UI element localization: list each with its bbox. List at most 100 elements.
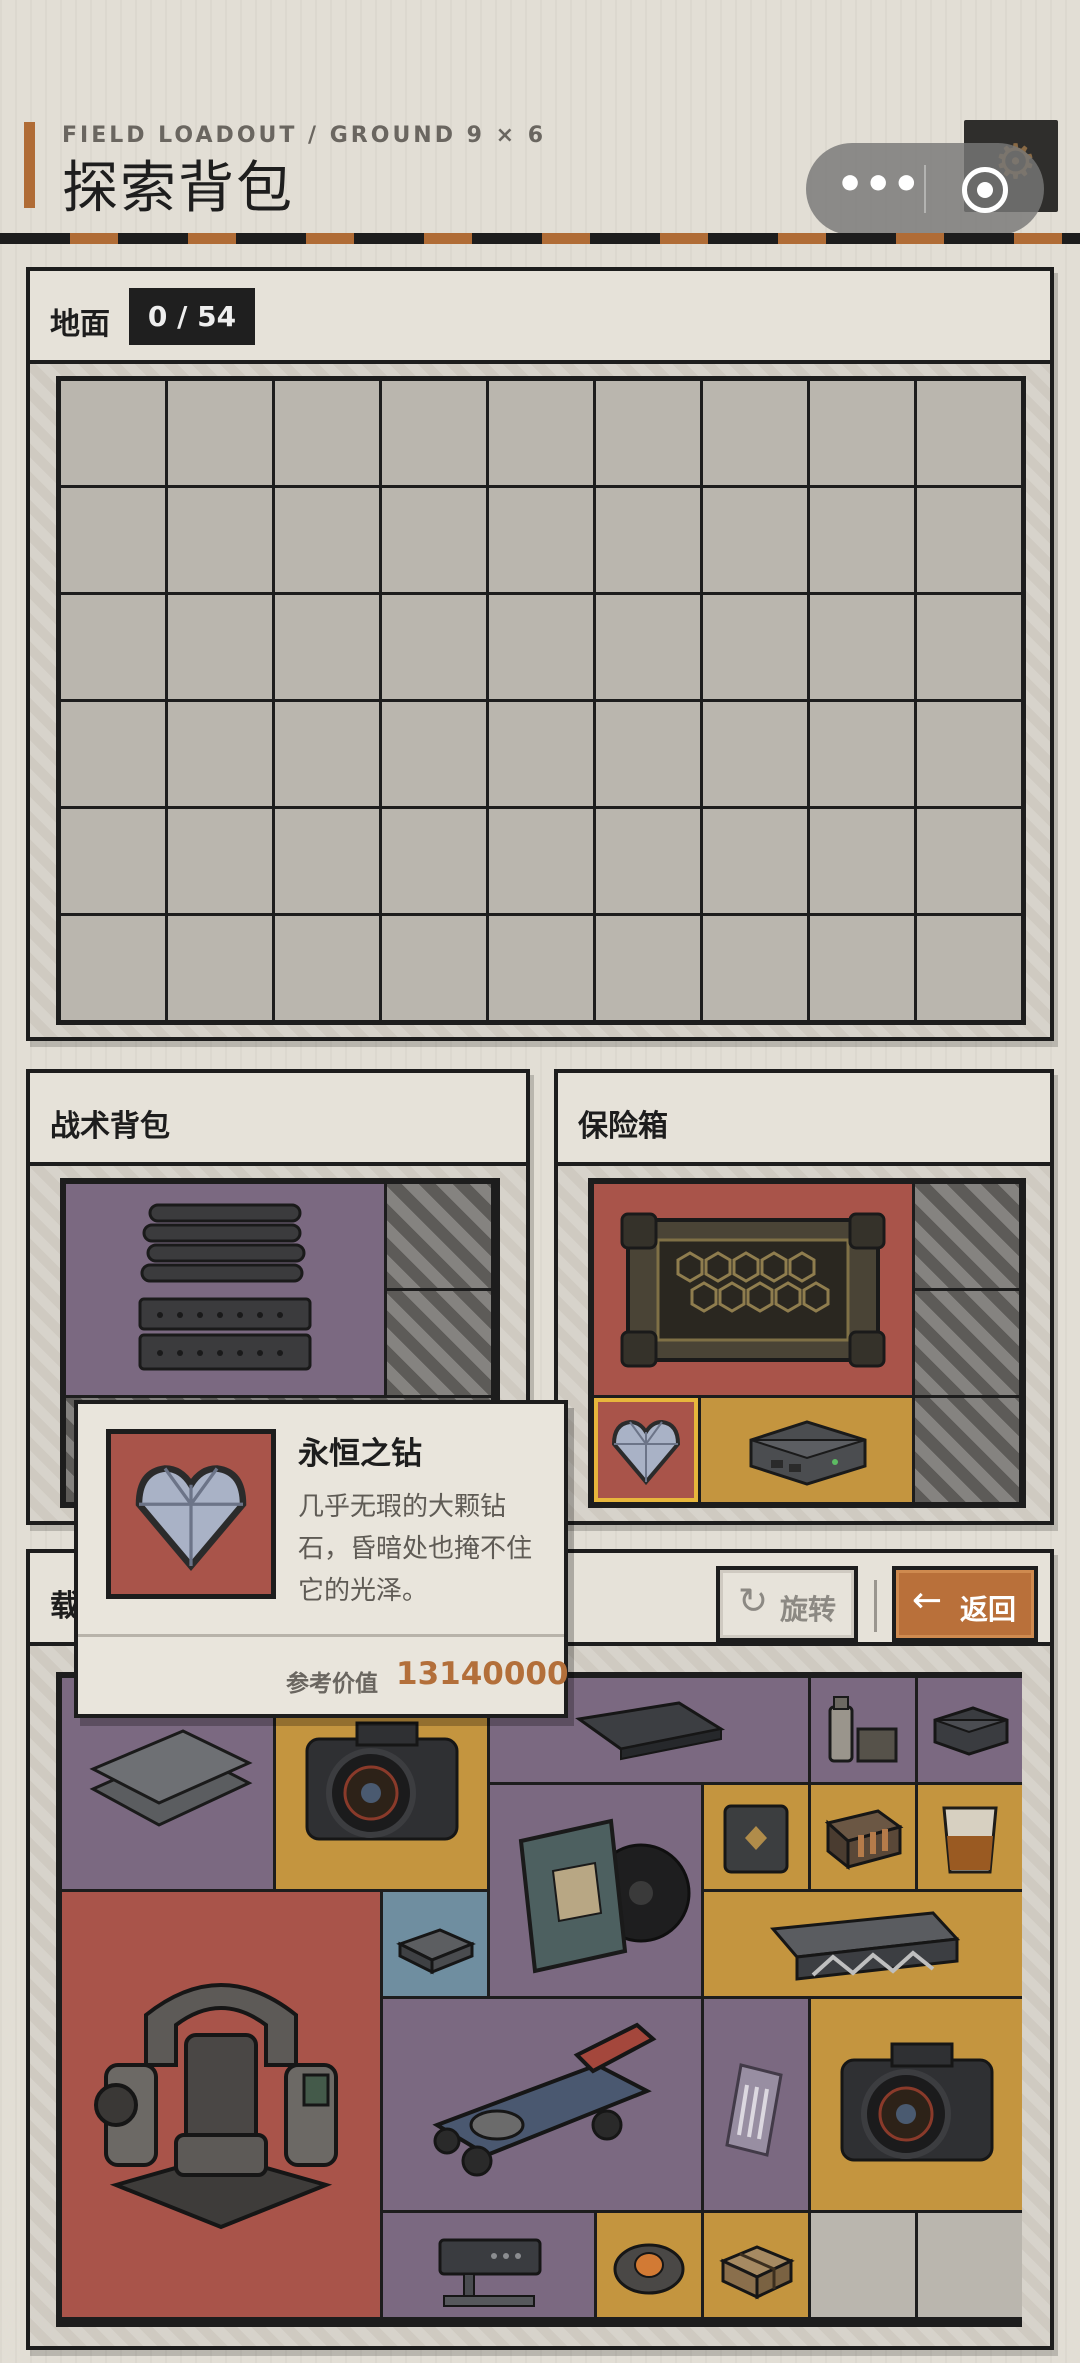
carry-item-exo-chair[interactable]: [62, 1892, 380, 2317]
carry-item-camera-2[interactable]: [811, 1999, 1022, 2210]
ground-cell[interactable]: [382, 702, 486, 806]
diamond-item: [611, 1419, 681, 1486]
camera-item: [840, 2042, 993, 2161]
ground-cell[interactable]: [382, 488, 486, 592]
carry-item-floor-jack[interactable]: [383, 1999, 701, 2210]
ground-cell[interactable]: [61, 809, 165, 913]
ground-cell[interactable]: [275, 381, 379, 485]
more-dots-icon[interactable]: •••: [836, 163, 920, 208]
ground-cell[interactable]: [596, 916, 700, 1020]
ground-cell[interactable]: [275, 488, 379, 592]
blocked-slot: [915, 1291, 1019, 1395]
ground-cell[interactable]: [489, 488, 593, 592]
ground-cell[interactable]: [168, 381, 272, 485]
item-tooltip: 永恒之钻 几乎无瑕的大颗钻石，昏暗处也掩不住它的光泽。 参考价值 1314000…: [74, 1400, 569, 1718]
back-label: 返回: [960, 1593, 1017, 1626]
tooltip-value-label: 参考价值: [286, 1671, 378, 1697]
ground-cell[interactable]: [810, 595, 914, 699]
ground-cell[interactable]: [917, 916, 1021, 1020]
ground-cell[interactable]: [489, 809, 593, 913]
ground-cell[interactable]: [810, 381, 914, 485]
ground-cell[interactable]: [703, 916, 807, 1020]
ground-cell[interactable]: [489, 702, 593, 806]
rotate-button[interactable]: ↻ 旋转: [716, 1566, 858, 1642]
safe-box-panel: 保险箱: [554, 1069, 1054, 1525]
ground-cell[interactable]: [61, 488, 165, 592]
safe-item-router-box[interactable]: [701, 1398, 912, 1502]
ground-cell[interactable]: [703, 488, 807, 592]
ground-cell[interactable]: [917, 809, 1021, 913]
ground-cell[interactable]: [168, 488, 272, 592]
title-accent-bar: [24, 122, 35, 208]
carry-item-metal-truss[interactable]: [704, 1892, 1022, 1996]
ground-cell[interactable]: [596, 381, 700, 485]
ground-cell[interactable]: [596, 595, 700, 699]
back-button[interactable]: ← 返回: [892, 1566, 1038, 1642]
carry-item-bottle-box[interactable]: [811, 1678, 915, 1782]
ground-cell[interactable]: [489, 381, 593, 485]
empty-slot[interactable]: [918, 2213, 1022, 2317]
ground-cell[interactable]: [275, 916, 379, 1020]
ground-cell[interactable]: [61, 595, 165, 699]
ground-cell[interactable]: [61, 916, 165, 1020]
ground-cell[interactable]: [168, 702, 272, 806]
tactical-bag-title: 战术背包: [50, 1109, 170, 1144]
ground-cell[interactable]: [703, 809, 807, 913]
ground-cell[interactable]: [61, 702, 165, 806]
ground-cell[interactable]: [275, 702, 379, 806]
cutlery-item: [725, 2062, 783, 2157]
ground-cell[interactable]: [810, 702, 914, 806]
carry-item-small-case[interactable]: [704, 1785, 808, 1889]
bag-item-pipe-bundle[interactable]: [66, 1184, 384, 1395]
carry-item-whisky-glass[interactable]: [918, 1785, 1022, 1889]
ground-cell[interactable]: [61, 381, 165, 485]
ground-cell[interactable]: [382, 595, 486, 699]
plate-stack-item: [396, 1928, 476, 1975]
carry-item-parcel[interactable]: [704, 2213, 808, 2317]
ground-cell[interactable]: [382, 809, 486, 913]
router-box-item: [749, 1420, 866, 1486]
ground-cell[interactable]: [168, 595, 272, 699]
ground-cell[interactable]: [703, 702, 807, 806]
ground-cell[interactable]: [596, 702, 700, 806]
header-divider: [0, 233, 1080, 244]
ground-cell[interactable]: [703, 595, 807, 699]
ground-cell[interactable]: [810, 916, 914, 1020]
ground-cell[interactable]: [382, 381, 486, 485]
ground-cell[interactable]: [489, 595, 593, 699]
ground-cell[interactable]: [917, 488, 1021, 592]
carry-item-control-panel[interactable]: [383, 2213, 594, 2317]
ground-cell[interactable]: [168, 809, 272, 913]
carry-item-mini-pc[interactable]: [918, 1678, 1022, 1782]
ground-cell[interactable]: [917, 381, 1021, 485]
safe-item-diamond-selected[interactable]: [594, 1398, 698, 1502]
ground-cell[interactable]: [275, 809, 379, 913]
ground-cell[interactable]: [810, 809, 914, 913]
carry-item-plate-stack[interactable]: [383, 1892, 487, 1996]
bottle-box-item: [828, 1696, 898, 1763]
target-circle-icon[interactable]: [962, 167, 1008, 213]
ground-cell[interactable]: [917, 702, 1021, 806]
capsule-divider: [924, 165, 926, 213]
mini-pc-item: [933, 1706, 1009, 1756]
record-album-item: [518, 1818, 690, 1973]
control-panel-item: [438, 2238, 541, 2307]
empty-slot[interactable]: [811, 2213, 915, 2317]
ground-cell[interactable]: [168, 916, 272, 1020]
carry-item-cutlery[interactable]: [704, 1999, 808, 2210]
ground-cell[interactable]: [810, 488, 914, 592]
small-case-item: [723, 1804, 789, 1874]
ground-cell[interactable]: [275, 595, 379, 699]
safe-item-honeycomb-case[interactable]: [594, 1184, 912, 1395]
ground-cell[interactable]: [917, 595, 1021, 699]
ground-grid: [56, 376, 1026, 1025]
exo-chair-item: [94, 1982, 338, 2229]
ground-cell[interactable]: [703, 381, 807, 485]
carry-item-ammo-box[interactable]: [811, 1785, 915, 1889]
ground-cell[interactable]: [596, 809, 700, 913]
ground-cell[interactable]: [382, 916, 486, 1020]
ground-cell[interactable]: [596, 488, 700, 592]
carry-item-record-album[interactable]: [490, 1785, 701, 1996]
ground-cell[interactable]: [489, 916, 593, 1020]
carry-item-reactor-core[interactable]: [597, 2213, 701, 2317]
